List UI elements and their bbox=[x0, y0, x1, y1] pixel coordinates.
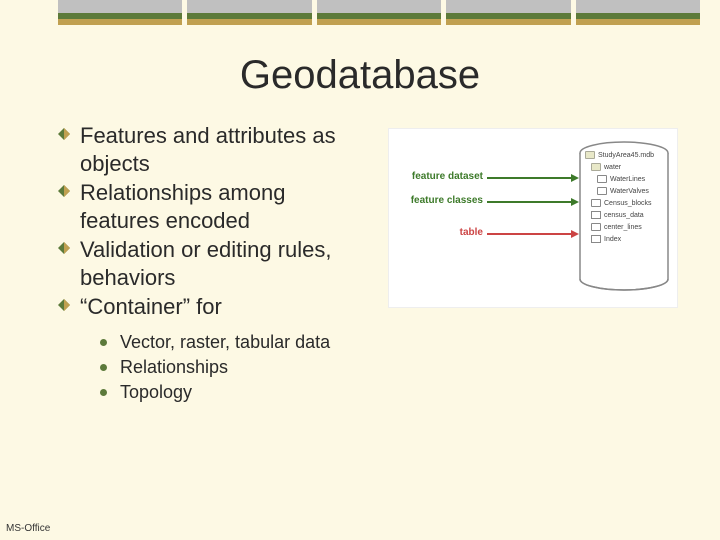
dataset-icon bbox=[591, 163, 601, 171]
diagram-column: feature dataset feature classes table .a… bbox=[368, 122, 690, 407]
list-item: Features and attributes as objects bbox=[58, 122, 368, 177]
db-item-label: WaterLines bbox=[610, 176, 645, 183]
db-item: WaterLines bbox=[597, 175, 665, 183]
db-item-label: census_data bbox=[604, 212, 644, 219]
slide-title: Geodatabase bbox=[0, 53, 720, 98]
db-item: water bbox=[591, 163, 665, 171]
diagram-label-classes: feature classes bbox=[395, 195, 483, 206]
dot-bullet-icon bbox=[100, 389, 107, 396]
main-list: Features and attributes as objects Relat… bbox=[58, 122, 368, 321]
geodatabase-icon bbox=[585, 151, 595, 159]
dot-bullet-icon bbox=[100, 364, 107, 371]
diagram-label-table: table bbox=[395, 227, 483, 238]
db-item: StudyArea45.mdb bbox=[585, 151, 665, 159]
db-item-list: StudyArea45.mdb water WaterLines WaterVa… bbox=[585, 151, 665, 247]
db-item-label: Index bbox=[604, 236, 621, 243]
arrow-icon bbox=[487, 177, 573, 179]
list-item: Relationships among features encoded bbox=[58, 179, 368, 234]
list-text: “Container” for bbox=[80, 294, 222, 319]
footer-text: MS-Office bbox=[6, 523, 50, 534]
stripe-block bbox=[446, 0, 570, 25]
featureclass-icon bbox=[597, 187, 607, 195]
diamond-bullet-icon bbox=[58, 299, 70, 311]
table-icon bbox=[591, 211, 601, 219]
arrow-icon bbox=[487, 201, 573, 203]
diamond-bullet-icon bbox=[58, 128, 70, 140]
diamond-bullet-icon bbox=[58, 242, 70, 254]
table-icon bbox=[591, 235, 601, 243]
db-item: Index bbox=[591, 235, 665, 243]
db-item-label: center_lines bbox=[604, 224, 642, 231]
geodatabase-diagram: feature dataset feature classes table .a… bbox=[388, 128, 678, 308]
stripe-block bbox=[58, 0, 182, 25]
sub-list: Vector, raster, tabular data Relationshi… bbox=[100, 331, 368, 405]
top-stripe-bar bbox=[0, 0, 720, 25]
list-text: Validation or editing rules, behaviors bbox=[80, 237, 332, 290]
db-item-label: Census_blocks bbox=[604, 200, 651, 207]
arrow-icon bbox=[487, 233, 573, 235]
list-text: Vector, raster, tabular data bbox=[120, 332, 330, 352]
list-item: Validation or editing rules, behaviors bbox=[58, 236, 368, 291]
list-text: Relationships bbox=[120, 357, 228, 377]
list-text: Relationships among features encoded bbox=[80, 180, 285, 233]
list-item: Vector, raster, tabular data bbox=[100, 331, 368, 354]
content-area: Features and attributes as objects Relat… bbox=[0, 122, 720, 407]
db-item: census_data bbox=[591, 211, 665, 219]
dot-bullet-icon bbox=[100, 339, 107, 346]
db-item: WaterValves bbox=[597, 187, 665, 195]
bullet-column: Features and attributes as objects Relat… bbox=[58, 122, 368, 407]
db-item-label: WaterValves bbox=[610, 188, 649, 195]
diamond-bullet-icon bbox=[58, 185, 70, 197]
stripe-block bbox=[187, 0, 311, 25]
db-item-label: StudyArea45.mdb bbox=[598, 152, 654, 159]
db-item-label: water bbox=[604, 164, 621, 171]
list-text: Topology bbox=[120, 382, 192, 402]
list-text: Features and attributes as objects bbox=[80, 123, 336, 176]
db-item: Census_blocks bbox=[591, 199, 665, 207]
diagram-label-dataset: feature dataset bbox=[395, 171, 483, 182]
stripe-block bbox=[317, 0, 441, 25]
list-item: Topology bbox=[100, 381, 368, 404]
db-item: center_lines bbox=[591, 223, 665, 231]
featureclass-icon bbox=[597, 175, 607, 183]
featureclass-icon bbox=[591, 223, 601, 231]
list-item: “Container” for bbox=[58, 293, 368, 321]
list-item: Relationships bbox=[100, 356, 368, 379]
featureclass-icon bbox=[591, 199, 601, 207]
stripe-block bbox=[576, 0, 700, 25]
